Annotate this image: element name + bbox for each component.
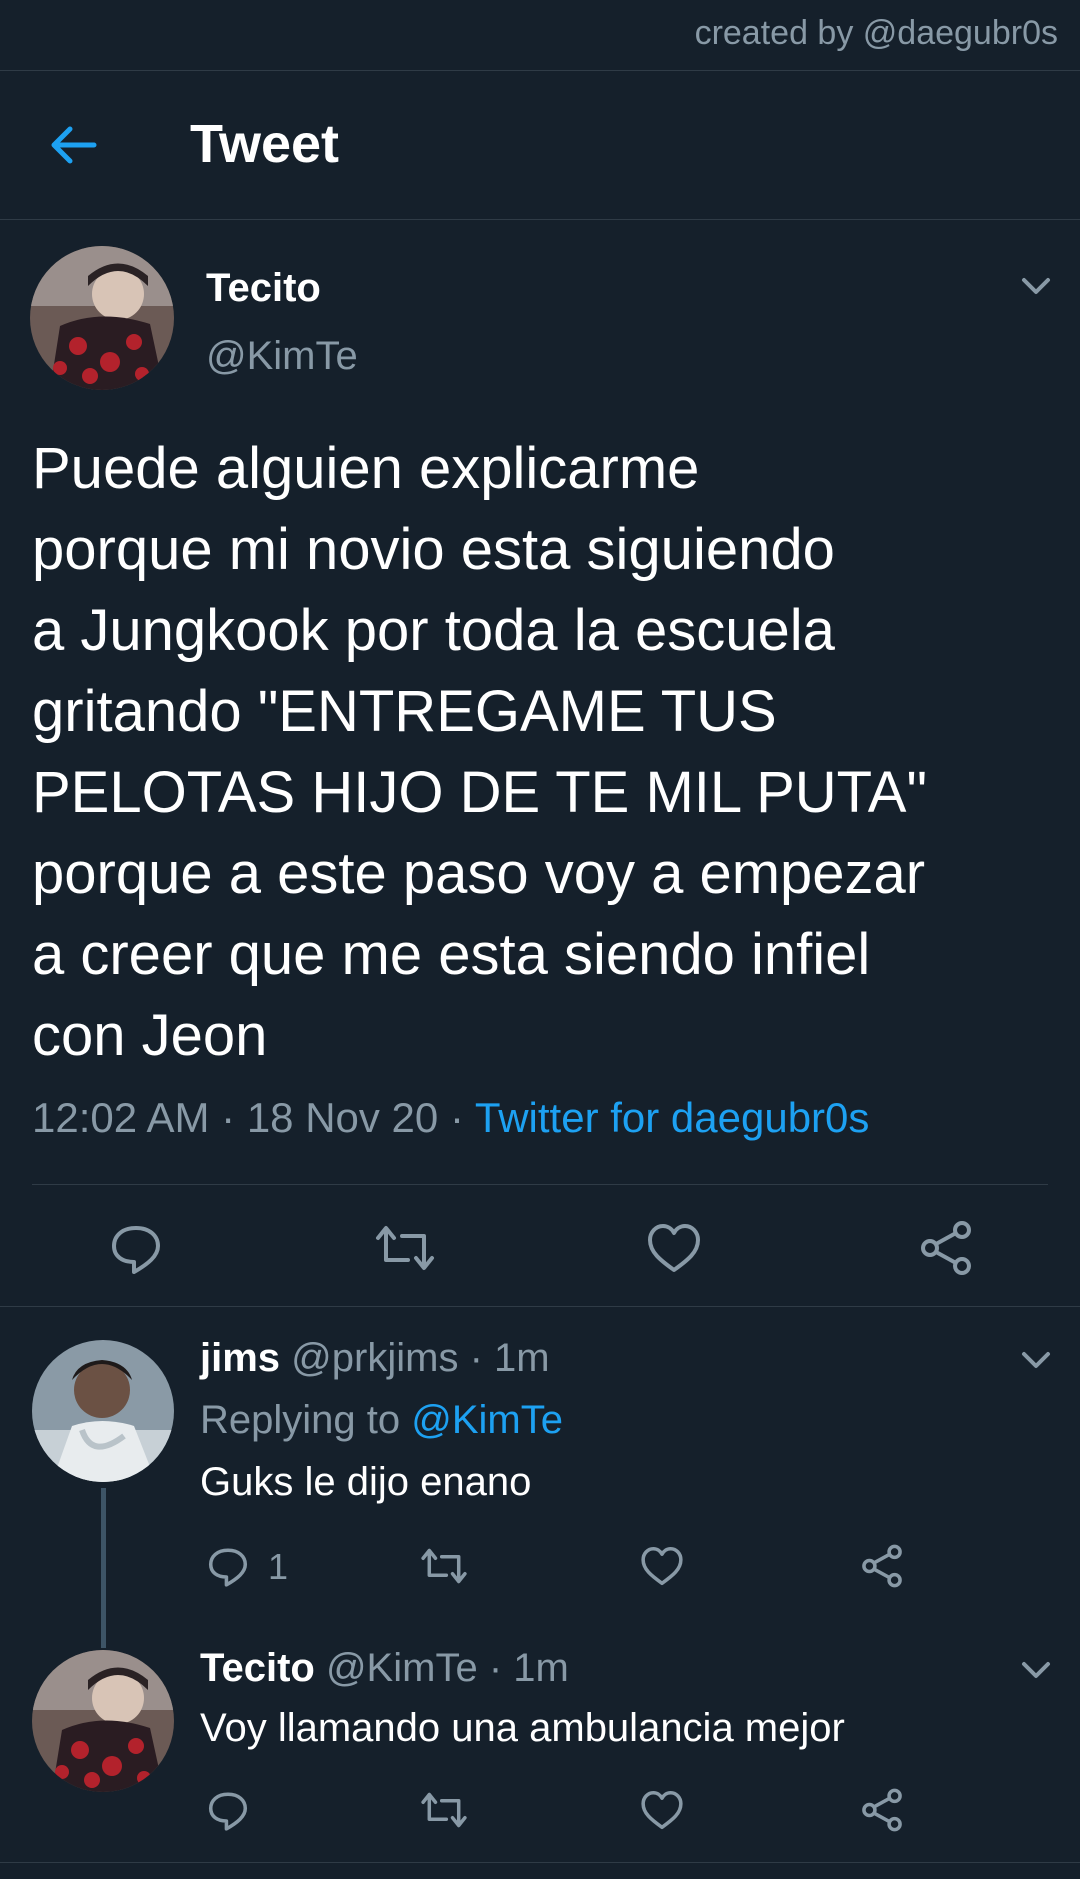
reply-text: Voy llamando una ambulancia mejor — [200, 1706, 845, 1750]
back-button[interactable] — [46, 119, 102, 171]
divider — [32, 1184, 1048, 1185]
watermark: created by @daegubr0s — [694, 14, 1058, 52]
retweet-icon[interactable] — [420, 1788, 468, 1832]
tweet-line: gritando "ENTREGAME TUS — [32, 679, 777, 744]
tweet-line: a creer que me esta siendo infiel — [32, 922, 871, 987]
divider — [0, 1306, 1080, 1307]
like-icon[interactable] — [646, 1220, 702, 1276]
separator: · — [221, 1094, 236, 1141]
author-name[interactable]: Tecito — [206, 266, 321, 311]
tweet-line: porque mi novio esta siguiendo — [32, 517, 835, 582]
reply-handle[interactable]: @KimTe — [326, 1646, 478, 1690]
reply-avatar[interactable] — [32, 1650, 174, 1792]
reply-header: Tecito @KimTe · 1m — [200, 1646, 569, 1691]
reply-name[interactable]: Tecito — [200, 1646, 315, 1690]
tweet-time: 12:02 AM — [32, 1094, 210, 1141]
tweet-line: Puede alguien explicarme — [32, 436, 700, 501]
share-icon[interactable] — [918, 1220, 974, 1276]
replying-to-handle[interactable]: @KimTe — [411, 1398, 563, 1442]
tweet-line: con Jeon — [32, 1003, 268, 1068]
author-avatar[interactable] — [30, 246, 174, 390]
chevron-down-icon[interactable] — [1016, 1340, 1056, 1380]
reply-age: 1m — [494, 1336, 550, 1380]
separator: · — [469, 1336, 483, 1380]
reply-icon[interactable] — [206, 1788, 250, 1832]
back-arrow-icon — [51, 126, 97, 164]
share-icon[interactable] — [860, 1544, 904, 1588]
separator: · — [488, 1646, 503, 1690]
reply-icon[interactable] — [206, 1544, 250, 1588]
retweet-icon[interactable] — [374, 1220, 436, 1276]
tweet-line: PELOTAS HIJO DE TE MIL PUTA" — [32, 760, 928, 825]
reply-age: 1m — [513, 1646, 569, 1690]
reply-handle[interactable]: @prkjims — [291, 1336, 458, 1380]
tweet-date: 18 Nov 20 — [246, 1094, 439, 1141]
chevron-down-icon[interactable] — [1016, 1650, 1056, 1690]
tweet-meta: 12:02 AM · 18 Nov 20 · Twitter for daegu… — [32, 1094, 869, 1142]
thread-connector — [101, 1488, 106, 1648]
reply-header: jims @prkjims · 1m — [200, 1336, 550, 1381]
reply-icon[interactable] — [108, 1220, 164, 1276]
author-handle[interactable]: @KimTe — [206, 334, 358, 379]
tweet-body: Puede alguien explicarme porque mi novio… — [32, 428, 1052, 1076]
like-icon[interactable] — [640, 1544, 684, 1588]
reply-text: Guks le dijo enano — [200, 1460, 532, 1504]
tweet-source-link[interactable]: Twitter for daegubr0s — [475, 1094, 870, 1141]
share-icon[interactable] — [860, 1788, 904, 1832]
reply-name[interactable]: jims — [200, 1336, 280, 1380]
tweet-line: porque a este paso voy a empezar — [32, 841, 926, 906]
reply-count: 1 — [268, 1546, 289, 1587]
divider — [0, 1862, 1080, 1863]
retweet-icon[interactable] — [420, 1544, 468, 1588]
top-bar: Tweet — [0, 70, 1080, 220]
page-title: Tweet — [190, 114, 340, 174]
tweet-line: a Jungkook por toda la escuela — [32, 598, 835, 663]
chevron-down-icon[interactable] — [1016, 266, 1056, 306]
reply-avatar[interactable] — [32, 1340, 174, 1482]
replying-to-label: Replying to — [200, 1398, 401, 1442]
replying-to: Replying to @KimTe — [200, 1398, 563, 1443]
like-icon[interactable] — [640, 1788, 684, 1832]
separator: · — [449, 1094, 464, 1141]
